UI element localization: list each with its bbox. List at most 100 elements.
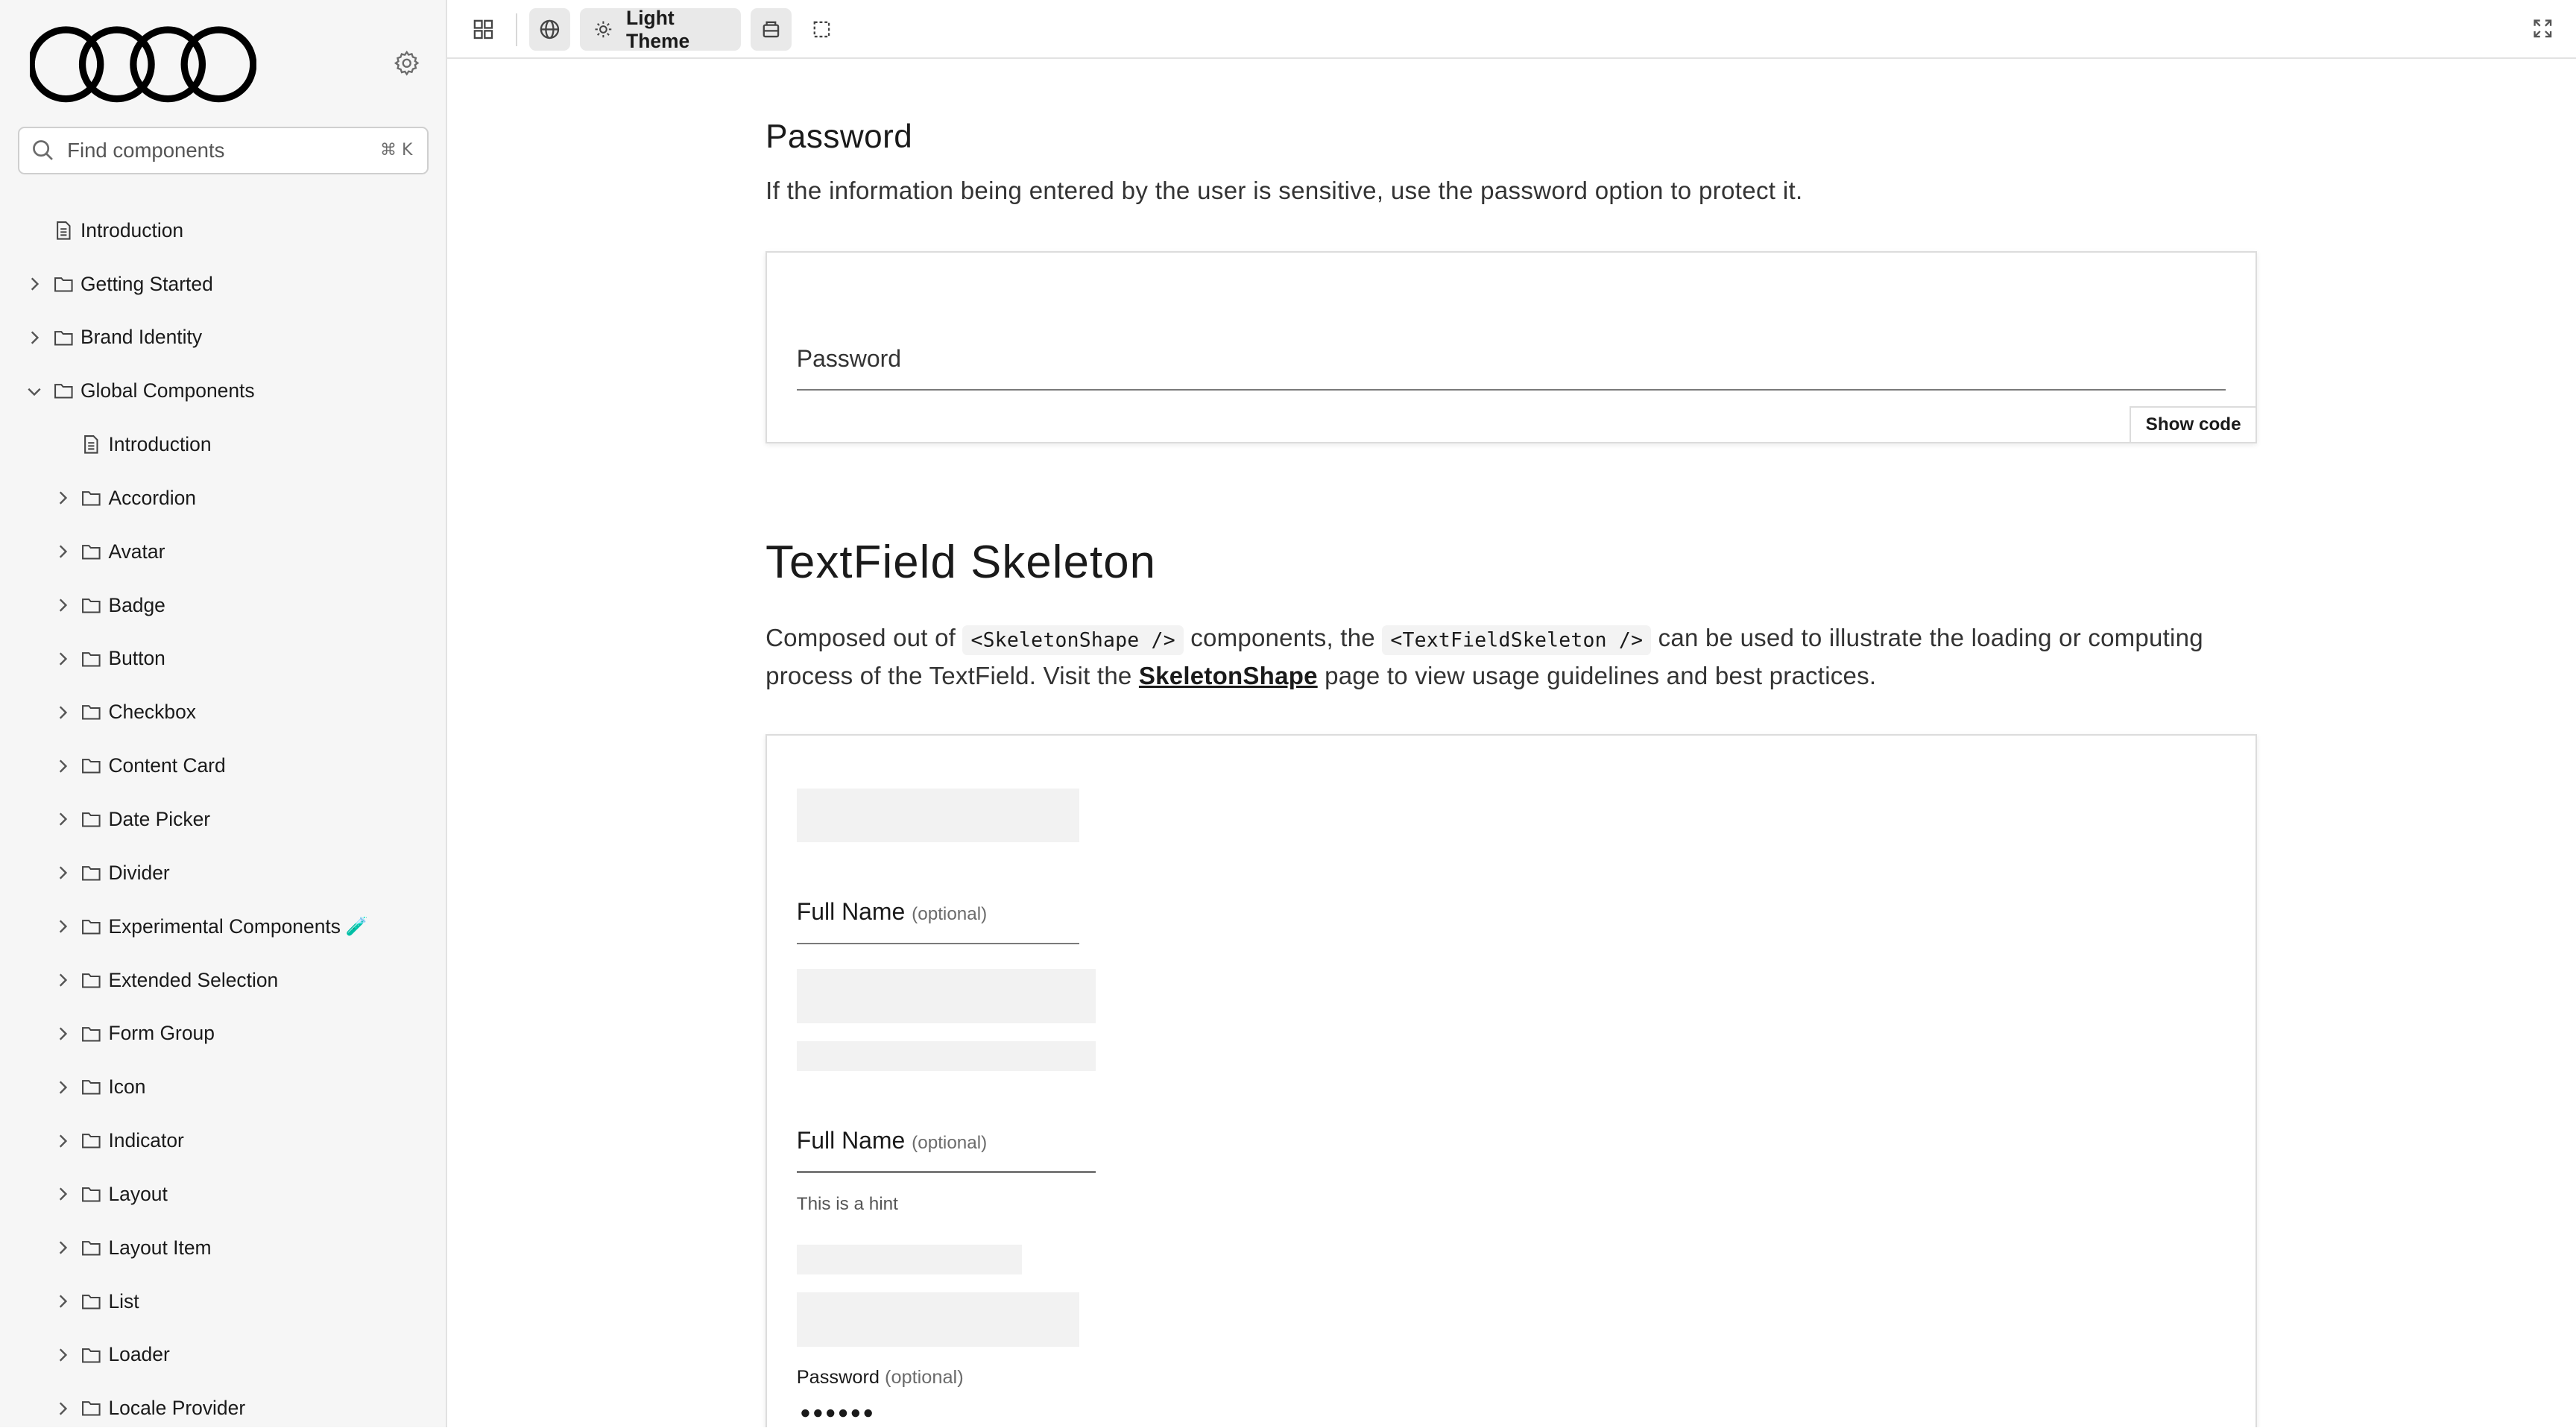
folder-icon: [82, 973, 101, 988]
sidebar-item-loader[interactable]: Loader: [0, 1328, 446, 1382]
sidebar-item-label: Experimental Components: [108, 914, 341, 938]
sidebar-item-label: Content Card: [108, 754, 226, 777]
search-box[interactable]: ⌘ K: [18, 126, 429, 174]
folder-icon: [82, 812, 101, 827]
folder-icon: [82, 651, 101, 667]
chevron-right-icon: [59, 1081, 67, 1094]
desc-text: Composed out of: [765, 625, 963, 653]
toolbar: Light Theme: [446, 0, 2576, 60]
folder-icon: [82, 1187, 101, 1202]
fullscreen-icon[interactable]: [2532, 18, 2554, 40]
viewport-button[interactable]: [751, 8, 792, 51]
skeleton-shape: [796, 969, 1096, 1023]
sidebar-item-badge[interactable]: Badge: [0, 578, 446, 632]
sidebar-item-label: Brand Identity: [80, 326, 203, 349]
chevron-right-icon: [59, 1241, 67, 1254]
sidebar-item-label: Loader: [108, 1343, 170, 1366]
code-skeletonshape: <SkeletonShape />: [962, 625, 1184, 655]
skeletonshape-link[interactable]: SkeletonShape: [1139, 663, 1318, 690]
folder-icon: [82, 1401, 101, 1417]
sidebar-item-form-group[interactable]: Form Group: [0, 1007, 446, 1061]
sidebar-item-layout[interactable]: Layout: [0, 1167, 446, 1221]
sidebar-item-introduction[interactable]: Introduction: [0, 418, 446, 472]
device-icon: [763, 21, 780, 38]
sidebar-item-button[interactable]: Button: [0, 632, 446, 686]
sidebar-item-global-components[interactable]: Global Components: [0, 364, 446, 418]
chevron-right-icon: [59, 759, 67, 773]
globe-icon: [540, 19, 559, 40]
password-demo-canvas: Password Show code: [765, 251, 2258, 444]
sidebar-item-label: Icon: [108, 1075, 146, 1099]
sidebar-item-icon[interactable]: Icon: [0, 1061, 446, 1114]
folder-icon: [82, 866, 101, 881]
field-hint: This is a hint: [796, 1194, 898, 1215]
folder-icon: [82, 919, 101, 935]
sidebar-item-divider[interactable]: Divider: [0, 846, 446, 900]
sidebar-item-label: Introduction: [80, 218, 184, 241]
outline-button[interactable]: [802, 8, 842, 51]
sidebar-item-label: Extended Selection: [108, 968, 279, 991]
chevron-right-icon: [59, 812, 67, 827]
section-title-skeleton: TextField Skeleton: [765, 536, 1157, 588]
chevron-right-icon: [59, 1348, 67, 1362]
chevron-right-icon: [59, 706, 67, 719]
search-input[interactable]: [67, 138, 380, 162]
sidebar-item-label: Introduction: [108, 433, 212, 456]
sidebar-item-accordion[interactable]: Accordion: [0, 472, 446, 525]
sidebar-item-date-picker[interactable]: Date Picker: [0, 793, 446, 847]
skeleton-demo-canvas: Full Name (optional) Full Name (optional…: [765, 734, 2258, 1428]
skeleton-description: Composed out of <SkeletonShape /> compon…: [765, 621, 2244, 695]
brand-logo[interactable]: [29, 22, 256, 107]
skeleton-shape: [796, 1245, 1022, 1275]
optional-text: (optional): [912, 1132, 988, 1153]
password-value: ●●●●●●: [800, 1403, 876, 1424]
code-textfieldskeleton: <TextFieldSkeleton />: [1382, 625, 1652, 655]
field-underline: [796, 1171, 1096, 1173]
sidebar-item-indicator[interactable]: Indicator: [0, 1114, 446, 1168]
skeleton-shape: [796, 788, 1079, 843]
sidebar-item-label: Divider: [108, 861, 170, 884]
chevron-down-icon: [28, 388, 41, 396]
folder-icon: [82, 1241, 101, 1256]
locale-button[interactable]: [528, 8, 570, 51]
theme-label: Light Theme: [626, 6, 690, 52]
field-label-text: Password: [796, 1366, 880, 1388]
sidebar-item-introduction[interactable]: Introduction: [0, 203, 446, 257]
sidebar-item-label: Avatar: [108, 540, 165, 563]
grid-toggle-button[interactable]: [464, 8, 503, 51]
sidebar-item-list[interactable]: List: [0, 1274, 446, 1328]
chevron-right-icon: [59, 1402, 67, 1415]
sidebar-item-content-card[interactable]: Content Card: [0, 739, 446, 793]
show-code-button[interactable]: Show code: [2129, 405, 2256, 443]
field-label-text: Full Name: [796, 898, 906, 926]
sidebar-item-checkbox[interactable]: Checkbox: [0, 686, 446, 739]
password-field[interactable]: Password: [796, 344, 2226, 391]
sidebar-item-locale-provider[interactable]: Locale Provider: [0, 1382, 446, 1428]
full-name-label: Full Name (optional): [797, 898, 987, 926]
toolbar-divider: [516, 13, 518, 46]
password-field-label: Password: [796, 344, 901, 372]
sidebar: ⌘ K Introduction Getting Started Brand Ide…: [0, 0, 447, 1428]
sidebar-item-brand-identity[interactable]: Brand Identity: [0, 311, 446, 364]
chevron-right-icon: [59, 1134, 67, 1148]
section-title-password: Password: [765, 118, 913, 155]
sidebar-item-experimental-components[interactable]: Experimental Components 🧪: [0, 900, 446, 953]
sidebar-item-layout-item[interactable]: Layout Item: [0, 1221, 446, 1274]
field-underline: [796, 942, 1079, 945]
main-content: Password If the information being entere…: [447, 59, 2576, 1428]
outline-icon: [813, 21, 830, 38]
grid-icon: [473, 19, 493, 40]
sidebar-item-label: Badge: [108, 593, 165, 616]
folder-icon: [54, 384, 73, 399]
document-icon: [56, 221, 71, 240]
sidebar-item-extended-selection[interactable]: Extended Selection: [0, 953, 446, 1007]
sidebar-item-label: Button: [108, 647, 165, 670]
sidebar-item-avatar[interactable]: Avatar: [0, 525, 446, 578]
chevron-right-icon: [59, 1027, 67, 1040]
sidebar-item-label: Indicator: [108, 1129, 184, 1152]
sidebar-item-getting-started[interactable]: Getting Started: [0, 257, 446, 311]
theme-button[interactable]: Light Theme: [580, 6, 742, 52]
folder-icon: [82, 545, 101, 560]
gear-icon[interactable]: [393, 49, 420, 77]
field-label-text: Full Name: [796, 1126, 906, 1154]
